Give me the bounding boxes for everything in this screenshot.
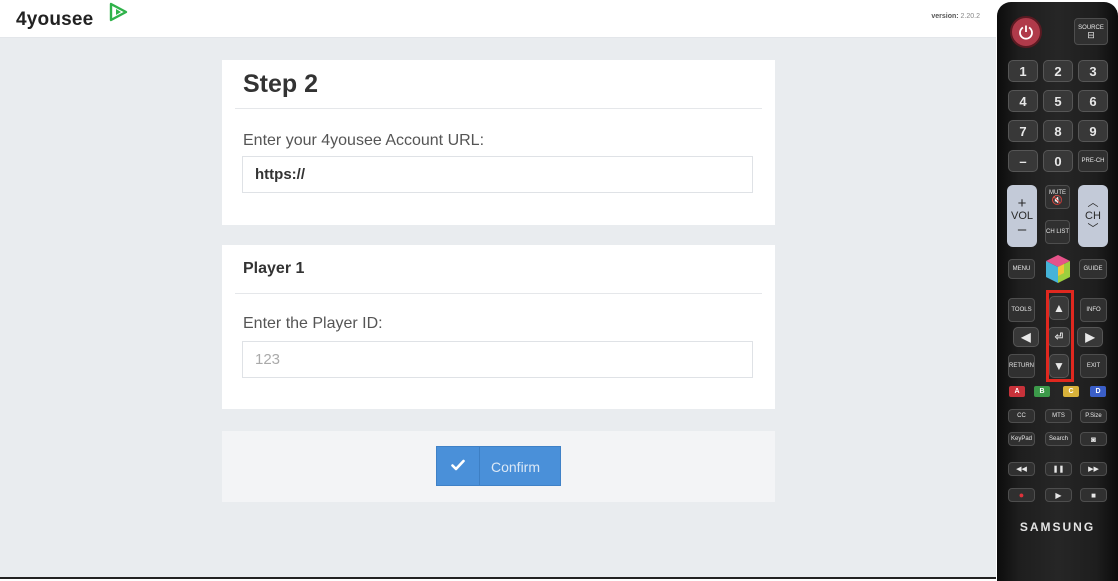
actions-panel: Confirm <box>222 431 775 502</box>
rewind-icon[interactable]: ◀◀ <box>1008 462 1035 476</box>
color-key-b[interactable]: B <box>1034 386 1050 397</box>
left-arrow-icon[interactable]: ◀ <box>1013 327 1039 347</box>
channel-rocker[interactable]: ︿ CH ﹀ <box>1078 185 1108 247</box>
mts-button[interactable]: MTS <box>1045 409 1072 423</box>
mute-button[interactable]: MUTE 🔇 <box>1045 185 1070 209</box>
divider <box>235 108 762 109</box>
record-icon[interactable]: ● <box>1008 488 1035 502</box>
highlight-box <box>1046 290 1074 382</box>
account-card: Step 2 Enter your 4yousee Account URL: h… <box>222 60 775 225</box>
key-1[interactable]: 1 <box>1008 60 1038 82</box>
key-2[interactable]: 2 <box>1043 60 1073 82</box>
brand-logo: SAMSUNG <box>1019 520 1096 534</box>
version-label: version: <box>931 13 959 20</box>
mute-icon: 🔇 <box>1051 195 1064 205</box>
key-4[interactable]: 4 <box>1008 90 1038 112</box>
play-icon[interactable]: ▶ <box>1045 488 1072 502</box>
volume-rocker[interactable]: + VOL – <box>1007 185 1037 247</box>
top-bar: 4yousee version: 2.20.2 <box>0 0 996 38</box>
power-icon <box>1019 25 1033 40</box>
player-title: Player 1 <box>243 260 305 277</box>
divider <box>235 293 762 294</box>
key-7[interactable]: 7 <box>1008 120 1038 142</box>
account-url-input[interactable]: https:// <box>242 156 753 193</box>
key-dash[interactable]: – <box>1008 150 1038 172</box>
return-button[interactable]: RETURN <box>1008 354 1035 378</box>
search-button[interactable]: Search <box>1045 432 1072 446</box>
logo-text: 4yousee <box>16 9 94 30</box>
power-button[interactable] <box>1010 16 1042 48</box>
version-info: version: 2.20.2 <box>931 13 980 20</box>
vol-down-icon: – <box>1017 220 1027 238</box>
ch-down-icon: ﹀ <box>1087 222 1099 235</box>
player-card: Player 1 Enter the Player ID: 123 <box>222 245 775 409</box>
source-button[interactable]: SOURCE ⊟ <box>1074 18 1108 45</box>
key-8[interactable]: 8 <box>1043 120 1073 142</box>
stop-icon[interactable]: ■ <box>1080 488 1107 502</box>
smart-hub-cube-icon[interactable] <box>1044 253 1072 285</box>
color-key-d[interactable]: D <box>1090 386 1106 397</box>
key-0[interactable]: 0 <box>1043 150 1073 172</box>
tools-button[interactable]: TOOLS <box>1008 298 1035 322</box>
camera-icon[interactable]: ◙ <box>1080 432 1107 446</box>
prech-button[interactable]: PRE-CH <box>1078 150 1108 172</box>
keypad-button[interactable]: KeyPad <box>1008 432 1035 446</box>
p-size-button[interactable]: P.Size <box>1080 409 1107 423</box>
menu-button[interactable]: MENU <box>1008 259 1035 279</box>
player-id-input[interactable]: 123 <box>242 341 753 378</box>
key-3[interactable]: 3 <box>1078 60 1108 82</box>
page-title: Step 2 <box>243 70 319 98</box>
guide-button[interactable]: GUIDE <box>1079 259 1107 279</box>
confirm-button[interactable]: Confirm <box>436 446 561 486</box>
version-value: 2.20.2 <box>960 13 980 20</box>
exit-button[interactable]: EXIT <box>1080 354 1107 378</box>
info-button[interactable]: INFO <box>1080 298 1107 322</box>
account-url-label: Enter your 4yousee Account URL: <box>243 132 485 149</box>
app-window: 4yousee version: 2.20.2 Step 2 Enter you… <box>0 0 996 577</box>
color-key-a[interactable]: A <box>1009 386 1025 397</box>
ch-list-button[interactable]: CH LIST <box>1045 220 1070 244</box>
color-key-c[interactable]: C <box>1063 386 1079 397</box>
play-arrow-logo-icon <box>109 2 128 22</box>
fast-forward-icon[interactable]: ▶▶ <box>1080 462 1107 476</box>
ch-label: CH <box>1085 209 1101 222</box>
key-6[interactable]: 6 <box>1078 90 1108 112</box>
ch-up-icon: ︿ <box>1087 196 1099 209</box>
vol-up-icon: + <box>1017 194 1027 212</box>
checkmark-icon <box>437 447 480 485</box>
right-arrow-icon[interactable]: ▶ <box>1077 327 1103 347</box>
key-9[interactable]: 9 <box>1078 120 1108 142</box>
confirm-label: Confirm <box>491 459 541 475</box>
bottom-border <box>0 577 996 579</box>
cc-button[interactable]: CC <box>1008 409 1035 423</box>
key-5[interactable]: 5 <box>1043 90 1073 112</box>
pause-icon[interactable]: ❚❚ <box>1045 462 1072 476</box>
source-icon: ⊟ <box>1087 29 1095 40</box>
player-id-label: Enter the Player ID: <box>243 315 383 332</box>
